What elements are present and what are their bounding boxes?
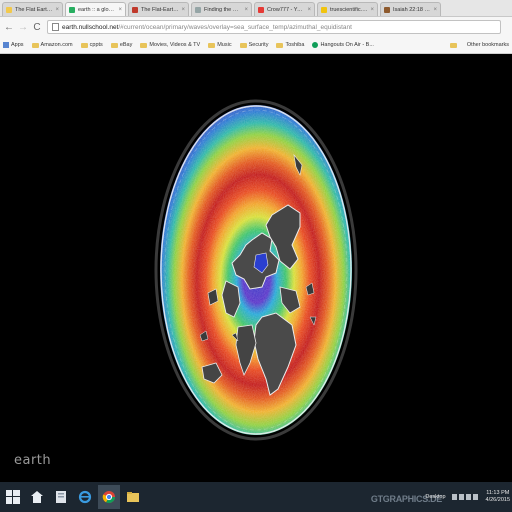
store-icon[interactable] xyxy=(26,485,48,509)
chrome-icon[interactable] xyxy=(98,485,120,509)
bookmark-label: Apps xyxy=(11,42,24,48)
tab-close-icon[interactable]: × xyxy=(433,7,437,13)
folder-icon xyxy=(276,42,284,48)
tab-close-icon[interactable]: × xyxy=(118,7,122,13)
tab-label: The Flat Earth Conti xyxy=(15,6,53,13)
tab[interactable]: The Flat-Earth Bible× xyxy=(128,2,189,16)
hangouts-icon xyxy=(312,42,319,48)
bookmark-label: eBay xyxy=(119,42,133,48)
clock[interactable]: 11:13 PM 4/26/2015 xyxy=(486,490,510,504)
clock-date: 4/26/2015 xyxy=(485,497,510,503)
other-bookmarks-label: Other bookmarks xyxy=(466,42,509,48)
bookmark-label: Toshiba xyxy=(285,42,305,48)
system-tray: Desktop 11:13 PM 4/26/2015 xyxy=(425,486,510,508)
tab[interactable]: Isaiah 22:18 NKJV - I× xyxy=(380,2,441,16)
bookmark-item[interactable]: Toshiba xyxy=(276,42,304,48)
folder-icon xyxy=(80,42,88,48)
folder-icon xyxy=(110,42,118,48)
other-bookmarks[interactable]: Other bookmarks xyxy=(449,42,509,48)
bookmark-label: Hangouts On Air - B... xyxy=(320,42,374,48)
volume-icon[interactable] xyxy=(465,494,471,500)
bookmark-label: Amazon.com xyxy=(40,42,73,48)
bookmark-item[interactable]: Amazon.com xyxy=(31,42,73,48)
url-path: /#current/ocean/primary/waves/overlay=se… xyxy=(118,23,352,31)
tab-label: Finding the Garden xyxy=(204,6,242,13)
clock-time: 11:13 PM xyxy=(486,490,510,496)
forward-arrow-icon[interactable]: → xyxy=(17,21,29,33)
tab-favicon-icon xyxy=(69,6,75,13)
page-icon xyxy=(52,23,59,31)
tab[interactable]: Finding the Garden× xyxy=(191,2,252,16)
tab-label: The Flat-Earth Bible xyxy=(141,6,179,13)
folder-icon xyxy=(31,42,39,48)
tab-favicon-icon xyxy=(384,6,390,13)
folder-icon xyxy=(140,42,148,48)
windows-start-icon[interactable] xyxy=(2,485,24,509)
bookmark-label: Music xyxy=(217,42,232,48)
earth-globe[interactable] xyxy=(0,55,512,482)
tab-close-icon[interactable]: × xyxy=(244,7,248,13)
tray-icons[interactable] xyxy=(451,494,480,500)
flag-icon[interactable] xyxy=(451,494,457,500)
taskbar: GTGRAPHICS.DE Desktop 11:13 PM 4/26/2015 xyxy=(0,482,512,512)
url-host: earth.nullschool.net xyxy=(62,23,119,31)
tab-favicon-icon xyxy=(6,6,12,13)
tab-favicon-icon xyxy=(195,6,201,13)
folder-icon[interactable] xyxy=(122,485,144,509)
back-arrow-icon[interactable]: ← xyxy=(3,21,15,33)
tab[interactable]: truescientific.com/i× xyxy=(317,2,378,16)
network-icon[interactable] xyxy=(458,494,464,500)
battery-icon[interactable] xyxy=(472,494,478,500)
bookmark-item[interactable]: eBay xyxy=(110,42,133,48)
tab-close-icon[interactable]: × xyxy=(181,7,185,13)
tab-label: Isaiah 22:18 NKJV - I xyxy=(393,6,432,13)
tab[interactable]: Crow777 - YouTube× xyxy=(254,2,315,16)
navigation-bar: ← → C earth.nullschool.net /#current/oce… xyxy=(0,17,512,37)
apps-icon xyxy=(3,42,9,48)
tab[interactable]: earth :: a global map× xyxy=(65,2,126,16)
earth-menu-label[interactable]: earth xyxy=(14,453,51,468)
bookmarks-bar: Apps Amazon.com cppts eBay Movies, Videos & … xyxy=(0,37,512,54)
tab[interactable]: The Flat Earth Conti× xyxy=(2,2,63,16)
tab-label: truescientific.com/i xyxy=(330,6,368,13)
desktop-toolbar-label[interactable]: Desktop xyxy=(425,494,445,500)
tab-close-icon[interactable]: × xyxy=(307,7,311,13)
ie-icon[interactable] xyxy=(74,485,96,509)
tab-favicon-icon xyxy=(321,6,327,13)
folder-icon xyxy=(208,42,216,48)
tab-label: earth :: a global map xyxy=(78,6,116,13)
bookmark-item[interactable]: Hangouts On Air - B... xyxy=(312,42,374,48)
bookmark-item[interactable]: Movies, Videos & TV xyxy=(140,42,200,48)
bookmark-item[interactable]: Apps xyxy=(3,42,24,48)
map-viewport[interactable]: earth xyxy=(0,55,512,482)
file-explorer-icon[interactable] xyxy=(50,485,72,509)
folder-icon xyxy=(239,42,247,48)
bookmark-item[interactable]: Security xyxy=(239,42,269,48)
reload-icon[interactable]: C xyxy=(31,21,43,33)
tab-favicon-icon xyxy=(132,6,138,13)
tab-label: Crow777 - YouTube xyxy=(267,6,305,13)
tab-favicon-icon xyxy=(258,6,264,13)
tab-strip: The Flat Earth Conti×earth :: a global m… xyxy=(0,0,512,17)
bookmark-item[interactable]: cppts xyxy=(80,42,103,48)
folder-icon xyxy=(449,42,457,48)
screen: The Flat Earth Conti×earth :: a global m… xyxy=(0,0,512,512)
bookmark-label: Security xyxy=(248,42,269,48)
address-bar[interactable]: earth.nullschool.net /#current/ocean/pri… xyxy=(47,20,501,34)
tab-close-icon[interactable]: × xyxy=(55,7,59,13)
bookmark-label: cppts xyxy=(89,42,103,48)
bookmark-label: Movies, Videos & TV xyxy=(149,42,201,48)
bookmark-item[interactable]: Music xyxy=(208,42,232,48)
tab-close-icon[interactable]: × xyxy=(370,7,374,13)
